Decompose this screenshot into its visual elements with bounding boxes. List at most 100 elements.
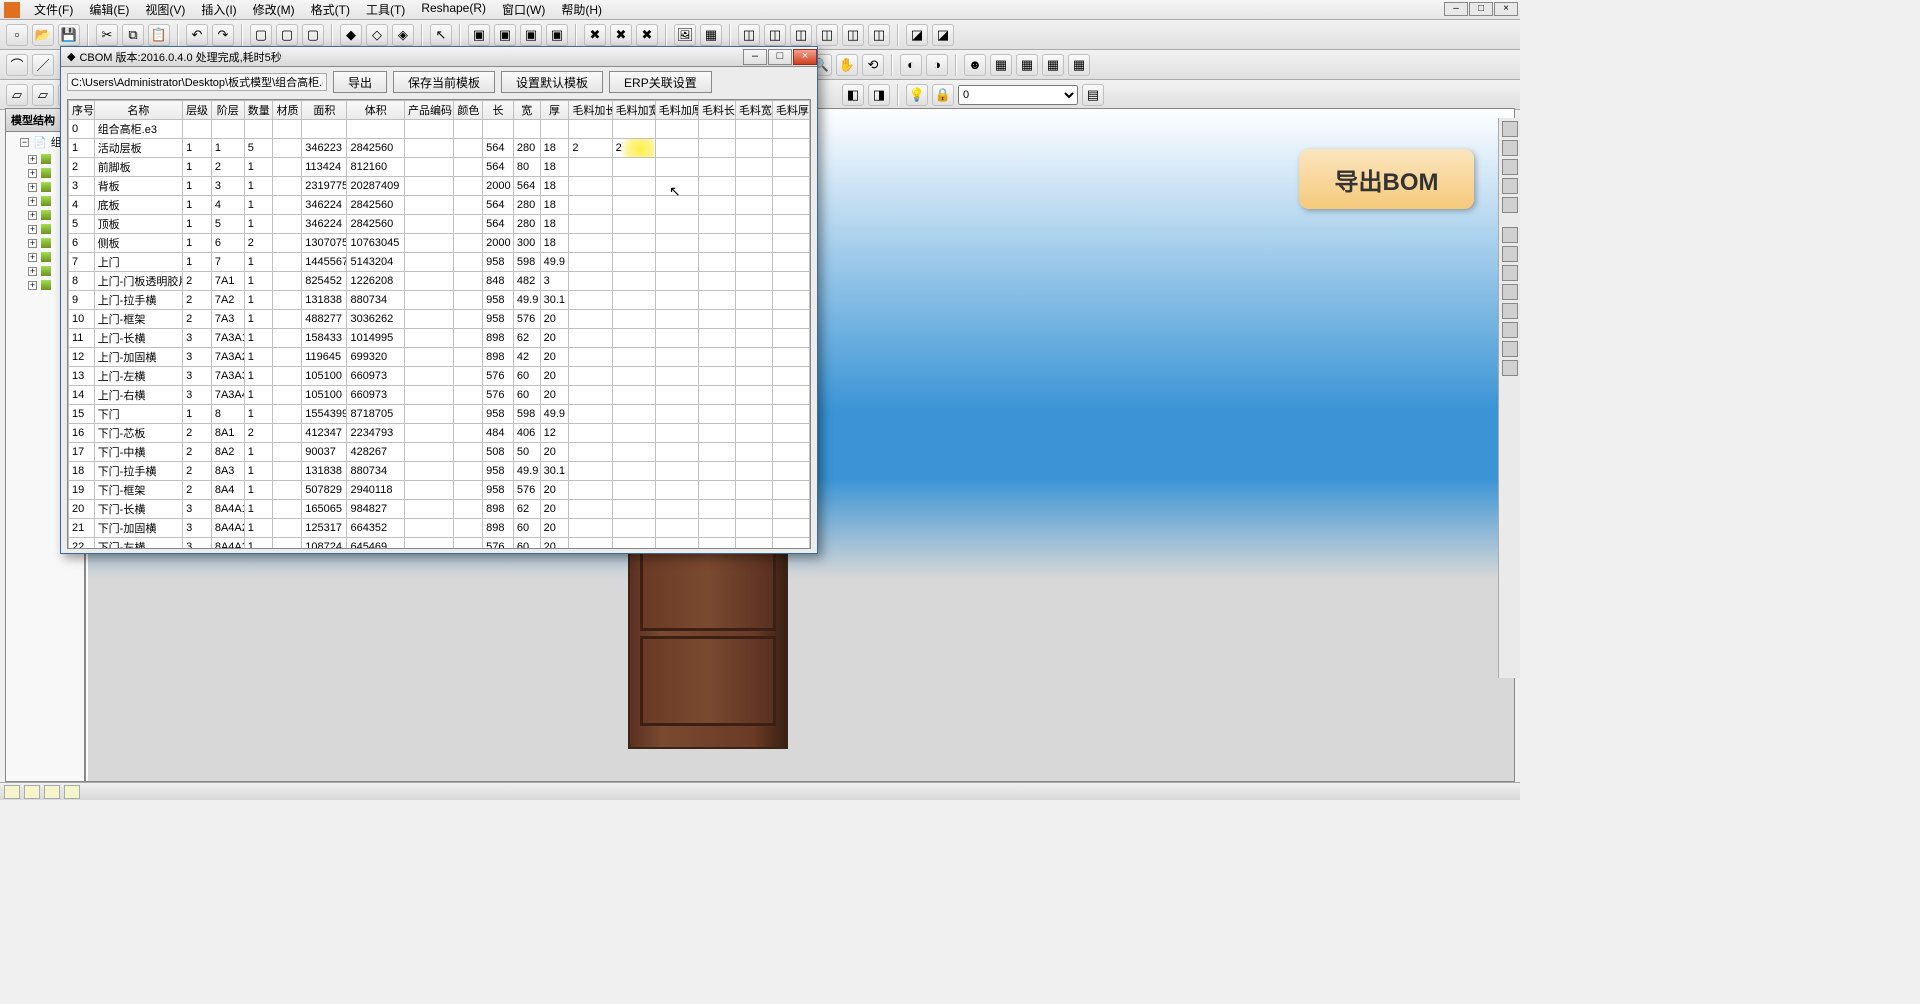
table-cell[interactable]	[772, 443, 809, 462]
table-cell[interactable]	[612, 329, 655, 348]
table-cell[interactable]	[569, 500, 612, 519]
table-cell[interactable]	[405, 481, 454, 500]
expand-icon[interactable]: +	[28, 281, 37, 290]
edge2-icon[interactable]: ▱	[32, 84, 54, 106]
table-cell[interactable]	[698, 405, 735, 424]
table-cell[interactable]: 8A3	[211, 462, 244, 481]
cube2-icon[interactable]: ▣	[494, 24, 516, 46]
table-cell[interactable]: 3	[183, 519, 212, 538]
table-cell[interactable]: 10	[69, 310, 95, 329]
table-row[interactable]: 9上门-拉手横27A2113183888073495849.930.1	[69, 291, 810, 310]
table-cell[interactable]: 2842560	[347, 139, 405, 158]
expand-icon[interactable]: +	[28, 253, 37, 262]
table-cell[interactable]: 2319775	[302, 177, 347, 196]
shape1-icon[interactable]: ◆	[340, 24, 362, 46]
column-header[interactable]: 毛料加宽	[612, 101, 655, 120]
table-cell[interactable]	[655, 386, 698, 405]
table-cell[interactable]: 880734	[347, 462, 405, 481]
table-cell[interactable]: 2842560	[347, 196, 405, 215]
table-cell[interactable]	[454, 424, 483, 443]
app-close-button[interactable]: ×	[1494, 2, 1518, 16]
table-cell[interactable]	[273, 120, 302, 139]
table-cell[interactable]	[655, 177, 698, 196]
table-cell[interactable]	[655, 462, 698, 481]
expand-icon[interactable]: +	[28, 239, 37, 248]
table-cell[interactable]: 7	[69, 253, 95, 272]
table-cell[interactable]	[405, 139, 454, 158]
table-cell[interactable]: 侧板	[94, 234, 182, 253]
table-cell[interactable]	[698, 500, 735, 519]
table-cell[interactable]	[612, 234, 655, 253]
table-cell[interactable]: 60	[513, 386, 540, 405]
table-cell[interactable]	[273, 500, 302, 519]
table-cell[interactable]: 5143204	[347, 253, 405, 272]
table-cell[interactable]: 1	[183, 196, 212, 215]
table-cell[interactable]: 2	[183, 481, 212, 500]
table-cell[interactable]	[513, 120, 540, 139]
redo-icon[interactable]: ↷	[212, 24, 234, 46]
group-icon[interactable]: ▦	[700, 24, 722, 46]
column-header[interactable]: 产品编码	[405, 101, 454, 120]
table-cell[interactable]	[698, 443, 735, 462]
table-cell[interactable]	[655, 519, 698, 538]
table-cell[interactable]: 7A3	[211, 310, 244, 329]
table-cell[interactable]: 2	[569, 139, 612, 158]
menu-item[interactable]: 视图(V)	[137, 0, 193, 20]
table-cell[interactable]: 下门-加固横	[94, 519, 182, 538]
table-cell[interactable]: 564	[513, 177, 540, 196]
table-cell[interactable]	[772, 424, 809, 443]
table-cell[interactable]	[698, 348, 735, 367]
table-cell[interactable]: 49.9	[540, 405, 569, 424]
table-cell[interactable]	[612, 367, 655, 386]
column-header[interactable]: 体积	[347, 101, 405, 120]
table-row[interactable]: 11上门-长横37A3A1115843310149958986220	[69, 329, 810, 348]
table-cell[interactable]: 0	[69, 120, 95, 139]
table-cell[interactable]: 346223	[302, 139, 347, 158]
rtool-5[interactable]	[1502, 197, 1518, 213]
table-cell[interactable]	[273, 253, 302, 272]
dialog-minimize-button[interactable]: –	[743, 49, 767, 65]
table-cell[interactable]	[735, 348, 772, 367]
layer-select[interactable]: 0	[958, 85, 1078, 105]
table-row[interactable]: 17下门-中横28A21900374282675085020	[69, 443, 810, 462]
table-cell[interactable]: 119645	[302, 348, 347, 367]
3d3-icon[interactable]: ◫	[790, 24, 812, 46]
table-cell[interactable]: 488277	[302, 310, 347, 329]
table-cell[interactable]	[569, 405, 612, 424]
table-cell[interactable]	[698, 139, 735, 158]
table-cell[interactable]: 80	[513, 158, 540, 177]
table-row[interactable]: 22下门-左横38A4A311087246454695766020	[69, 538, 810, 550]
table-cell[interactable]: 下门-拉手横	[94, 462, 182, 481]
rtool-8[interactable]	[1502, 265, 1518, 281]
table-cell[interactable]: 4	[69, 196, 95, 215]
table-cell[interactable]	[569, 177, 612, 196]
expand-icon[interactable]: +	[28, 211, 37, 220]
table-cell[interactable]	[454, 367, 483, 386]
table-cell[interactable]	[569, 196, 612, 215]
table-cell[interactable]	[454, 500, 483, 519]
dialog-maximize-button[interactable]: □	[768, 49, 792, 65]
table-cell[interactable]	[772, 367, 809, 386]
rtool-4[interactable]	[1502, 178, 1518, 194]
table-cell[interactable]	[612, 481, 655, 500]
expand-icon[interactable]: +	[28, 197, 37, 206]
table-cell[interactable]	[454, 443, 483, 462]
table-cell[interactable]: 812160	[347, 158, 405, 177]
table-cell[interactable]	[454, 120, 483, 139]
table-cell[interactable]	[244, 120, 273, 139]
table-cell[interactable]: 8	[211, 405, 244, 424]
table-cell[interactable]	[655, 443, 698, 462]
table-cell[interactable]: 564	[483, 139, 514, 158]
table-row[interactable]: 15下门1811554399871870595859849.9	[69, 405, 810, 424]
table-cell[interactable]	[569, 424, 612, 443]
table-cell[interactable]: 2940118	[347, 481, 405, 500]
table-cell[interactable]: 598	[513, 405, 540, 424]
table-cell[interactable]: 1	[244, 310, 273, 329]
table-row[interactable]: 13上门-左横37A3A311051006609735766020	[69, 367, 810, 386]
table-cell[interactable]: 105100	[302, 367, 347, 386]
table-cell[interactable]: 1	[183, 234, 212, 253]
table-cell[interactable]: 5	[69, 215, 95, 234]
table-cell[interactable]: 上门-长横	[94, 329, 182, 348]
3d6-icon[interactable]: ◫	[868, 24, 890, 46]
table-cell[interactable]	[735, 424, 772, 443]
